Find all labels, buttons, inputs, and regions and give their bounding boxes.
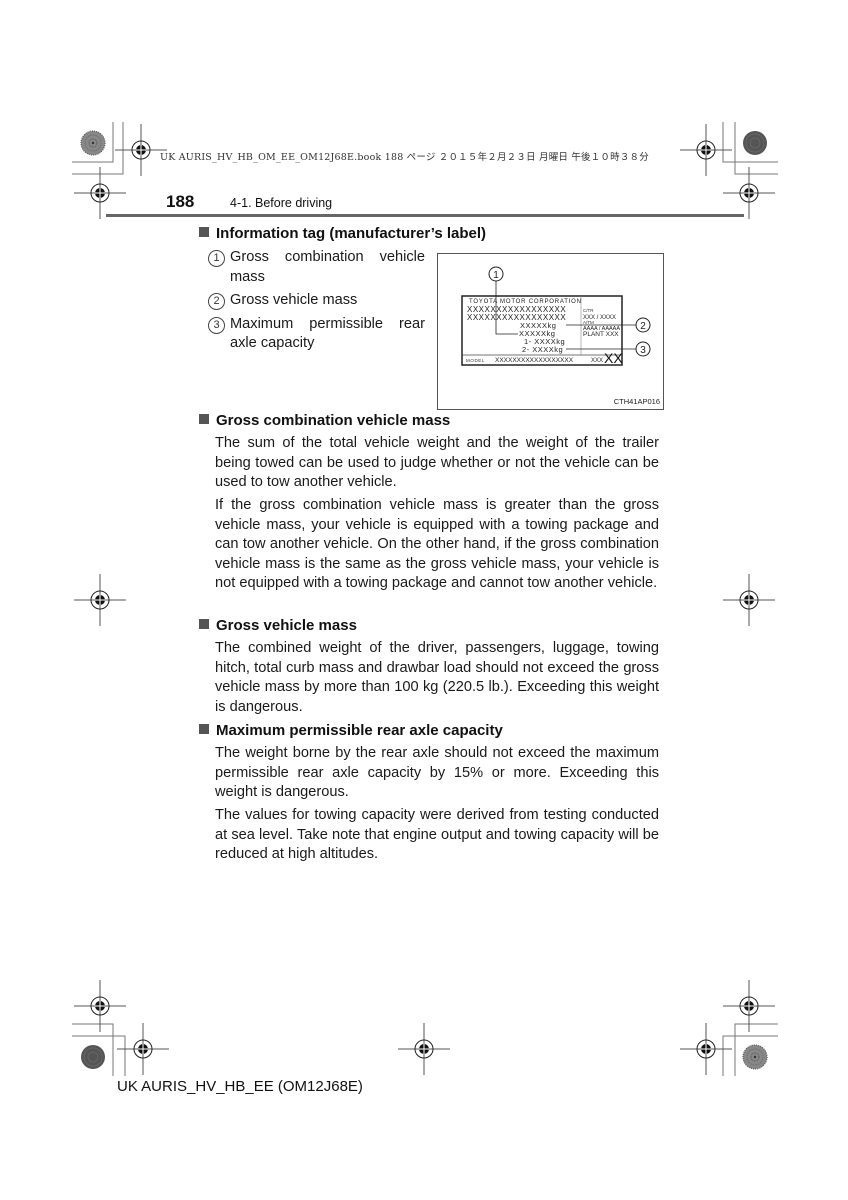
registration-mark-icon	[397, 1022, 451, 1076]
color-bar-icon-bottom-right	[742, 1044, 768, 1070]
callout-number-3: 3	[640, 345, 646, 356]
label-plant: PLANT XXX	[583, 331, 619, 338]
page-number: 188	[166, 192, 195, 211]
info-tag-heading: Information tag (manufacturer’s label)	[199, 225, 486, 242]
manufacturer-label-figure: TOYOTA MOTOR CORPORATION XXXXXXXXXXXXXXX…	[437, 253, 664, 410]
registration-mark-icon	[679, 1022, 733, 1076]
footer-model-code: UK AURIS_HV_HB_EE (OM12J68E)	[117, 1078, 363, 1095]
paragraph: The sum of the total vehicle weight and …	[215, 435, 659, 490]
registration-mark-icon	[73, 573, 127, 627]
section-heading-text: Gross combination vehicle mass	[216, 412, 451, 429]
color-bar-icon-bottom-left	[80, 1044, 106, 1070]
label-big-code: XX	[604, 350, 623, 366]
paragraph: The combined weight of the driver, passe…	[215, 640, 659, 715]
section-heading-text: Gross vehicle mass	[216, 617, 357, 634]
label-atm: A/TM	[583, 320, 594, 325]
square-bullet-icon	[199, 227, 209, 237]
callout-number-2: 2	[640, 321, 646, 332]
registration-mark-icon	[722, 573, 776, 627]
list-item: 1 Gross combination vehicle mass	[208, 248, 425, 287]
circled-number-1: 1	[208, 250, 225, 267]
callout-number-1: 1	[493, 270, 499, 281]
header-rule	[106, 214, 744, 217]
paragraph: The values for towing capacity were deri…	[215, 807, 659, 862]
list-item-text: Maximum permissible rear axle capacity	[230, 315, 425, 352]
section-heading-axle: Maximum permissible rear axle capacity	[199, 722, 503, 739]
label-illustration: TOYOTA MOTOR CORPORATION XXXXXXXXXXXXXXX…	[461, 266, 651, 366]
square-bullet-icon	[199, 724, 209, 734]
label-ctr: C/TR	[583, 308, 594, 313]
registration-mark-icon	[73, 166, 127, 220]
registration-mark-icon	[722, 166, 776, 220]
paragraph: If the gross combination vehicle mass is…	[215, 497, 659, 591]
list-item-text: Gross vehicle mass	[230, 292, 358, 308]
square-bullet-icon	[199, 414, 209, 424]
color-bar-icon-top-right	[742, 130, 768, 156]
list-item: 2 Gross vehicle mass	[208, 291, 425, 311]
file-header: UK AURIS_HV_HB_OM_EE_OM12J68E.book 188 ペ…	[160, 152, 649, 163]
circled-number-2: 2	[208, 293, 225, 310]
section-title: 4-1. Before driving	[230, 196, 333, 210]
label-small-code: XXX	[591, 358, 603, 364]
list-item-text: Gross combination vehicle mass	[230, 249, 425, 285]
list-item: 3 Maximum permissible rear axle capacity	[208, 315, 425, 354]
color-bar-icon-top-left	[80, 130, 106, 156]
label-model: MODEL	[466, 358, 485, 363]
figure-code: CTH41AP016	[613, 397, 660, 406]
print-marks	[72, 122, 778, 1076]
circled-number-3: 3	[208, 316, 225, 334]
paragraph: The weight borne by the rear axle should…	[215, 745, 659, 800]
section-heading-gcvm: Gross combination vehicle mass	[199, 412, 450, 429]
square-bullet-icon	[199, 619, 209, 629]
section-heading-text: Maximum permissible rear axle capacity	[216, 722, 503, 739]
label-axle-2: 2- XXXXkg	[522, 345, 563, 354]
label-model-value: XXXXXXXXXXXXXXXXXX	[495, 357, 574, 364]
section-heading-gvm: Gross vehicle mass	[199, 617, 357, 634]
registration-mark-icon	[679, 123, 733, 177]
info-tag-heading-text: Information tag (manufacturer’s label)	[216, 225, 487, 242]
info-tag-list: 1 Gross combination vehicle mass 2 Gross…	[208, 248, 425, 354]
